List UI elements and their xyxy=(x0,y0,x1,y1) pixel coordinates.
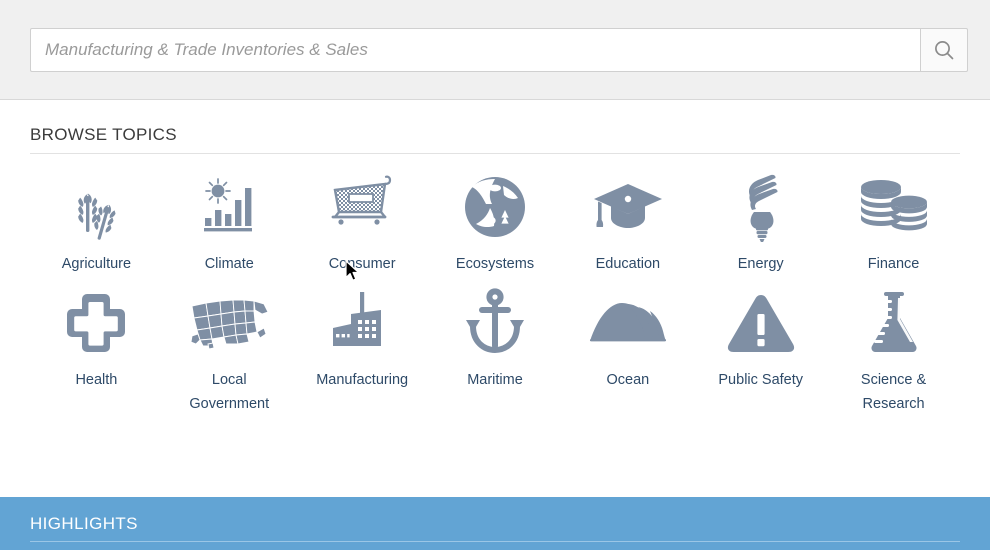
topic-public-safety[interactable]: Public Safety xyxy=(694,284,827,416)
search-input[interactable] xyxy=(30,28,920,72)
highlights-title: HIGHLIGHTS xyxy=(30,514,138,533)
topic-ocean[interactable]: Ocean xyxy=(561,284,694,416)
topic-education[interactable]: Education xyxy=(561,168,694,276)
topic-label: Ecosystems xyxy=(455,256,535,272)
topic-label: Science & Research xyxy=(860,372,927,412)
topic-label: Ocean xyxy=(606,372,650,388)
topic-finance[interactable]: Finance xyxy=(827,168,960,276)
usa-map-icon xyxy=(186,284,272,362)
topic-local-government[interactable]: Local Government xyxy=(163,284,296,416)
topic-energy[interactable]: Energy xyxy=(694,168,827,276)
factory-icon xyxy=(327,284,397,362)
topic-label: Energy xyxy=(737,256,784,272)
highlights-section: HIGHLIGHTS xyxy=(0,497,990,550)
search-bar xyxy=(30,28,968,72)
highlights-divider xyxy=(30,541,960,542)
topic-agriculture[interactable]: Agriculture xyxy=(30,168,163,276)
nature-circle-icon xyxy=(462,168,528,246)
topic-ecosystems[interactable]: Ecosystems xyxy=(429,168,562,276)
topic-maritime[interactable]: Maritime xyxy=(429,284,562,416)
coin-stack-icon xyxy=(857,168,931,246)
topic-label: Local Government xyxy=(189,372,270,412)
topic-science-research[interactable]: Science & Research xyxy=(827,284,960,416)
topic-health[interactable]: Health xyxy=(30,284,163,416)
topic-label: Consumer xyxy=(328,256,396,272)
shopping-cart-icon xyxy=(327,168,397,246)
topic-label: Maritime xyxy=(467,372,523,388)
wheat-icon xyxy=(63,168,129,246)
browse-topics-title: BROWSE TOPICS xyxy=(30,125,177,144)
flask-icon xyxy=(866,284,922,362)
topic-consumer[interactable]: Consumer xyxy=(296,168,429,276)
graduation-cap-icon xyxy=(592,168,664,246)
topic-label: Public Safety xyxy=(718,372,804,388)
sun-bar-chart-icon xyxy=(196,168,262,246)
topic-label: Agriculture xyxy=(61,256,132,272)
topic-label: Education xyxy=(595,256,661,272)
warning-triangle-icon xyxy=(726,284,796,362)
topic-label: Manufacturing xyxy=(316,372,409,388)
topic-label: Climate xyxy=(204,256,254,272)
wave-icon xyxy=(588,284,668,362)
medical-cross-icon xyxy=(63,284,129,362)
search-header xyxy=(0,0,990,100)
anchor-icon xyxy=(462,284,528,362)
light-bulb-icon xyxy=(735,168,787,246)
browse-topics-section: BROWSE TOPICS Agriculture Climate Consum… xyxy=(0,100,990,416)
topic-manufacturing[interactable]: Manufacturing xyxy=(296,284,429,416)
topic-label: Health xyxy=(75,372,118,388)
topic-climate[interactable]: Climate xyxy=(163,168,296,276)
topic-label: Finance xyxy=(867,256,920,272)
search-icon xyxy=(933,39,955,61)
topics-grid: Agriculture Climate Consumer Ecosystems … xyxy=(30,154,960,416)
search-button[interactable] xyxy=(920,28,968,72)
